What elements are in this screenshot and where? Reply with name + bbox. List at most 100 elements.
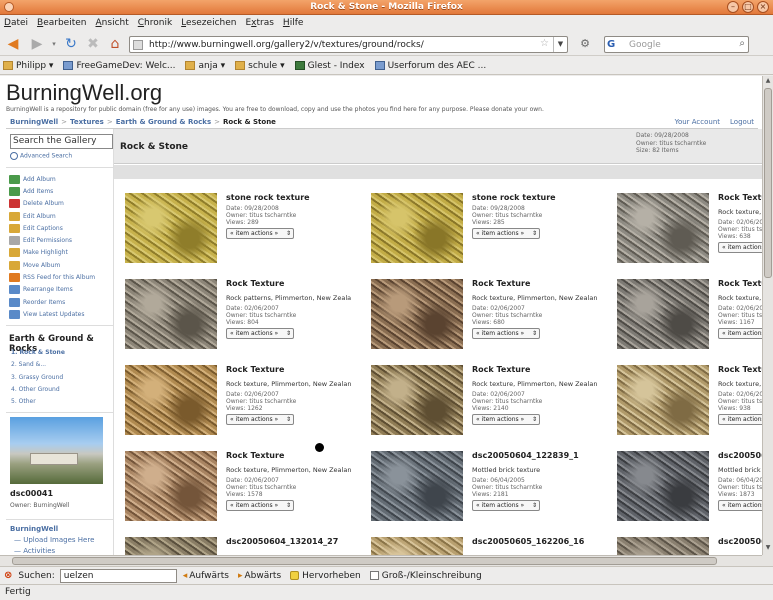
logout-link[interactable]: Logout [730,118,754,126]
item-title[interactable]: Rock Texture [226,451,351,460]
item-thumbnail[interactable] [125,451,217,521]
album-tree-item[interactable]: 5. Other [11,398,111,410]
menu-item[interactable]: Extras [245,18,273,28]
your-account-link[interactable]: Your Account [675,118,720,126]
random-image[interactable] [10,417,103,484]
album-action-link[interactable]: Rearrange Items [9,284,113,296]
search-bar[interactable]: G Google ⌕ [604,36,749,53]
album-action-link[interactable]: Delete Album [9,198,113,210]
match-case-checkbox[interactable]: Groß-/Kleinschreibung [369,571,482,581]
item-title[interactable]: Rock Texture [472,279,597,288]
item-actions-select[interactable]: « item actions »⇕ [718,500,762,511]
gallery-search-input[interactable]: Search the Gallery [10,134,113,149]
search-input[interactable]: Google [629,40,661,50]
item-title[interactable]: dsc20050604_122839_1 [472,451,597,460]
scrollbar-thumb[interactable] [12,557,717,565]
search-icon[interactable]: ⌕ [739,38,745,49]
menu-item[interactable]: Bearbeiten [37,18,86,28]
menu-item[interactable]: Lesezeichen [181,18,236,28]
item-thumbnail[interactable] [371,193,463,263]
menu-item[interactable]: Chronik [138,18,172,28]
addon-icon[interactable]: ⚙ [576,35,594,53]
bookmark-star-icon[interactable]: ☆ [540,38,549,49]
minimize-icon[interactable]: – [727,1,739,13]
item-thumbnail[interactable] [617,365,709,435]
item-title[interactable]: Rock Texture [226,365,351,374]
url-dropdown-icon[interactable]: ▼ [553,37,567,52]
upload-images-link[interactable]: — Upload Images Here [14,536,94,544]
stop-icon[interactable]: ✖ [84,35,102,53]
item-thumbnail[interactable] [371,279,463,349]
album-tree-item[interactable]: 1. Rock & Stone [11,349,111,361]
bookmark-folder-schule[interactable]: schule ▾ [235,61,285,71]
item-thumbnail[interactable] [617,537,709,555]
breadcrumb-link[interactable]: Earth & Ground & Rocks [116,118,211,126]
item-title[interactable]: Rock Texture [718,365,762,374]
item-actions-select[interactable]: « item actions »⇕ [226,500,294,511]
album-action-link[interactable]: Reorder Items [9,296,113,308]
scroll-up-icon[interactable]: ▲ [763,77,773,87]
item-title[interactable]: Rock Texture [718,193,762,202]
scrollbar-thumb[interactable] [764,88,772,278]
find-input[interactable]: uelzen [59,568,177,583]
find-next-button[interactable]: ◂ Aufwärts [183,571,229,581]
item-actions-select[interactable]: « item actions »⇕ [718,328,762,339]
back-icon[interactable]: ◀ [4,35,22,53]
bookmark-userforum[interactable]: Userforum des AEC ... [374,61,486,71]
item-thumbnail[interactable] [125,365,217,435]
find-previous-button[interactable]: ▸ Abwärts [238,571,281,581]
bookmark-freegamedev[interactable]: FreeGameDev: Welc... [63,61,175,71]
album-action-link[interactable]: RSS Feed for this Album [9,271,113,283]
item-title[interactable]: dsc20050605_162206_16 [472,537,597,546]
item-thumbnail[interactable] [125,279,217,349]
item-thumbnail[interactable] [371,537,463,555]
forward-icon[interactable]: ▶ [28,35,46,53]
item-actions-select[interactable]: « item actions »⇕ [472,328,540,339]
bookmark-glest[interactable]: Glest - Index [294,61,365,71]
item-thumbnail[interactable] [617,279,709,349]
footer-heading-link[interactable]: BurningWell [10,525,58,533]
bookmark-folder-philipp[interactable]: Philipp ▾ [3,61,53,71]
album-action-link[interactable]: Move Album [9,259,113,271]
item-thumbnail[interactable] [371,451,463,521]
album-action-link[interactable]: View Latest Updates [9,308,113,320]
close-find-icon[interactable]: ⊗ [4,570,12,581]
menu-item[interactable]: Datei [4,18,28,28]
item-actions-select[interactable]: « item actions »⇕ [226,228,294,239]
menu-item[interactable]: Ansicht [96,18,129,28]
album-action-link[interactable]: Edit Album [9,210,113,222]
item-thumbnail[interactable] [371,365,463,435]
item-title[interactable]: stone rock texture [472,193,597,202]
url-text[interactable]: http://www.burningwell.org/gallery2/v/te… [149,40,424,50]
item-actions-select[interactable]: « item actions »⇕ [472,228,540,239]
home-icon[interactable]: ⌂ [106,35,124,53]
item-thumbnail[interactable] [125,537,217,555]
scroll-down-icon[interactable]: ▼ [763,544,773,554]
advanced-search-link[interactable]: Advanced Search [10,152,72,160]
item-actions-select[interactable]: « item actions »⇕ [226,328,294,339]
reload-icon[interactable]: ↻ [62,35,80,53]
item-actions-select[interactable]: « item actions »⇕ [226,414,294,425]
breadcrumb-link[interactable]: Textures [70,118,104,126]
item-actions-select[interactable]: « item actions »⇕ [472,414,540,425]
maximize-icon[interactable]: □ [742,1,754,13]
history-dropdown-icon[interactable]: ▾ [50,35,58,53]
item-thumbnail[interactable] [125,193,217,263]
activities-link[interactable]: — Activities [14,547,55,555]
album-action-link[interactable]: Add Album [9,173,113,185]
item-thumbnail[interactable] [617,451,709,521]
highlight-button[interactable]: Hervorheben [290,571,361,581]
album-action-link[interactable]: Edit Permissions [9,234,113,246]
url-bar[interactable]: http://www.burningwell.org/gallery2/v/te… [129,36,568,53]
item-title[interactable]: Rock Texture [472,365,597,374]
close-icon[interactable]: × [757,1,769,13]
bookmark-folder-anja[interactable]: anja ▾ [185,61,225,71]
album-tree-item[interactable]: 2. Sand &... [11,361,111,373]
album-tree-item[interactable]: 3. Grassy Ground [11,374,111,386]
album-tree-item[interactable]: 4. Other Ground [11,386,111,398]
album-action-link[interactable]: Add Items [9,185,113,197]
item-title[interactable]: dsc20050604 [718,451,762,460]
item-actions-select[interactable]: « item actions »⇕ [718,414,762,425]
horizontal-scrollbar[interactable] [0,555,762,566]
item-actions-select[interactable]: « item actions »⇕ [718,242,762,253]
